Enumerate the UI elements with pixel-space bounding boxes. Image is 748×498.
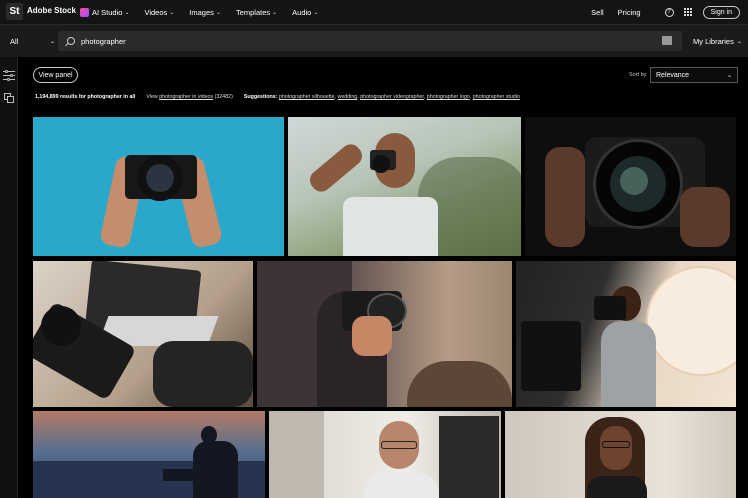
result-image-silhouette-tripod-dusk[interactable]: [33, 411, 265, 498]
nav-images-label: Images: [189, 7, 214, 17]
chevron-down-icon: ⌄: [736, 39, 742, 45]
ai-studio-icon: [80, 7, 89, 17]
sell-link[interactable]: Sell: [591, 8, 604, 17]
pricing-link[interactable]: Pricing: [618, 8, 641, 17]
filters-icon[interactable]: [3, 69, 15, 81]
view-videos-prefix: View: [146, 94, 158, 100]
search-scope-label: All: [10, 37, 19, 46]
result-image-woman-studio-umbrella[interactable]: [516, 261, 736, 407]
suggestion-link[interactable]: wedding: [338, 94, 358, 100]
nav-videos-label: Videos: [144, 7, 168, 17]
suggestion-link[interactable]: photographer videographer: [360, 94, 424, 100]
main-nav: AI Studio ⌄ Videos ⌄ Images ⌄ Templates …: [80, 0, 333, 24]
suggestion-link[interactable]: photographer studio: [473, 94, 520, 100]
result-image-woman-braids-smiling[interactable]: [505, 411, 736, 498]
search-scope-dropdown[interactable]: All ⌄: [10, 25, 55, 58]
search-box[interactable]: [58, 31, 682, 51]
sign-in-button[interactable]: Sign in: [702, 5, 740, 19]
sort-by-value: Relevance: [656, 71, 690, 79]
my-libraries-dropdown[interactable]: My Libraries ⌄: [693, 25, 742, 58]
chevron-down-icon: ⌄: [49, 39, 55, 45]
left-rail: [0, 57, 18, 498]
result-image-woman-glasses-studio[interactable]: [269, 411, 501, 498]
nav-ai-studio[interactable]: AI Studio ⌄: [80, 7, 130, 17]
result-image-photographer-sunset-hills[interactable]: [257, 261, 512, 407]
view-videos-link[interactable]: photographer in videos: [159, 94, 213, 100]
chevron-down-icon: ⌄: [169, 9, 175, 16]
view-panel-button[interactable]: View panel: [33, 67, 78, 83]
sort-by-select[interactable]: Relevance ⌄: [650, 67, 738, 83]
chevron-down-icon: ⌄: [313, 9, 319, 16]
chevron-down-icon: ⌄: [124, 9, 130, 16]
nav-right: Sell Pricing ? Sign in: [591, 0, 748, 24]
chevron-down-icon: ⌄: [215, 9, 221, 16]
suggestion-link[interactable]: photographer silhouette: [279, 94, 335, 100]
apps-grid-icon[interactable]: [683, 7, 693, 17]
videos-count: (32482): [214, 94, 233, 100]
result-image-lens-closeup-dark[interactable]: [525, 117, 736, 256]
nav-audio[interactable]: Audio ⌄: [292, 8, 318, 17]
chevron-down-icon: ⌄: [726, 72, 732, 79]
top-navigation: St Adobe Stock AI Studio ⌄ Videos ⌄ Imag…: [0, 0, 748, 24]
nav-images[interactable]: Images ⌄: [189, 8, 221, 17]
result-image-hands-holding-camera-blue[interactable]: [33, 117, 284, 256]
search-icon: [67, 37, 75, 45]
help-icon[interactable]: ?: [664, 7, 674, 17]
search-bar-row: All ⌄ My Libraries ⌄: [0, 24, 748, 57]
nav-videos[interactable]: Videos ⌄: [144, 8, 174, 17]
suggestions-label: Suggestions:: [243, 94, 278, 100]
results-count: 1,194,899 results for photographer in al…: [35, 94, 136, 100]
my-libraries-label: My Libraries: [693, 37, 734, 46]
nav-audio-label: Audio: [292, 7, 312, 17]
search-input[interactable]: [81, 36, 641, 46]
nav-templates[interactable]: Templates ⌄: [236, 8, 277, 17]
nav-templates-label: Templates: [235, 7, 271, 17]
adobe-stock-logo-text[interactable]: Adobe Stock: [27, 6, 76, 15]
visual-search-camera-icon[interactable]: [662, 36, 672, 45]
results-summary: 1,194,899 results for photographer in al…: [35, 94, 520, 100]
result-image-camera-laptop-desk[interactable]: [33, 261, 253, 407]
result-image-man-shooting-park[interactable]: [288, 117, 521, 256]
nav-ai-studio-label: AI Studio: [92, 7, 123, 17]
adobe-stock-logo-icon[interactable]: St: [6, 3, 23, 20]
collections-icon[interactable]: [4, 93, 14, 103]
suggestion-link[interactable]: photographer logo: [427, 94, 470, 100]
sort-by-label: Sort by: [629, 72, 647, 78]
chevron-down-icon: ⌄: [272, 9, 278, 16]
